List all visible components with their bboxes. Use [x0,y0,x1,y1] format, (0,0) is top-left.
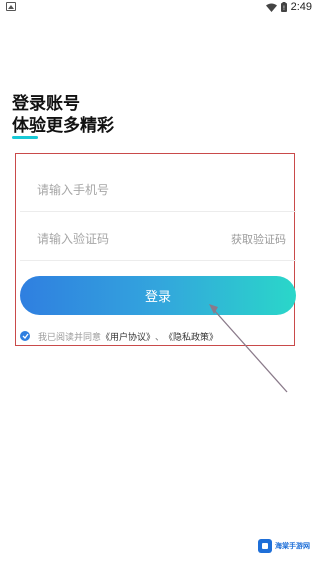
watermark-text: 海棠手游网 [275,542,310,550]
phone-input[interactable] [35,181,219,198]
user-agreement-link[interactable]: 《用户协议》 [101,330,155,343]
checkbox-checked-icon[interactable] [20,331,30,341]
status-time: 2:49 [290,1,312,13]
status-bar: ! 2:49 [0,0,316,14]
agreement-separator: 、 [155,332,165,343]
privacy-policy-link[interactable]: 《隐私政策》 [164,330,218,343]
login-button[interactable]: 登录 [20,276,296,315]
page-title: 登录账号 [12,94,80,114]
app-notification-icon [6,2,16,11]
get-code-button[interactable]: 获取验证码 [231,231,286,247]
agreement-row: 我已阅读并同意 《用户协议》 、 《隐私政策》 [20,329,218,343]
battery-icon: ! [280,2,287,12]
status-icons: ! 2:49 [265,0,312,14]
watermark-logo-icon [258,539,272,553]
verification-code-input[interactable] [35,230,219,247]
agreement-prefix: 我已阅读并同意 [38,332,102,343]
watermark: 海棠手游网 [258,536,314,556]
wifi-icon [265,3,277,12]
phone-row [20,168,296,212]
page-subtitle: 体验更多精彩 [12,116,114,136]
svg-text:!: ! [282,5,284,12]
code-row: 获取验证码 [20,217,296,261]
subtitle-underline [12,136,38,139]
